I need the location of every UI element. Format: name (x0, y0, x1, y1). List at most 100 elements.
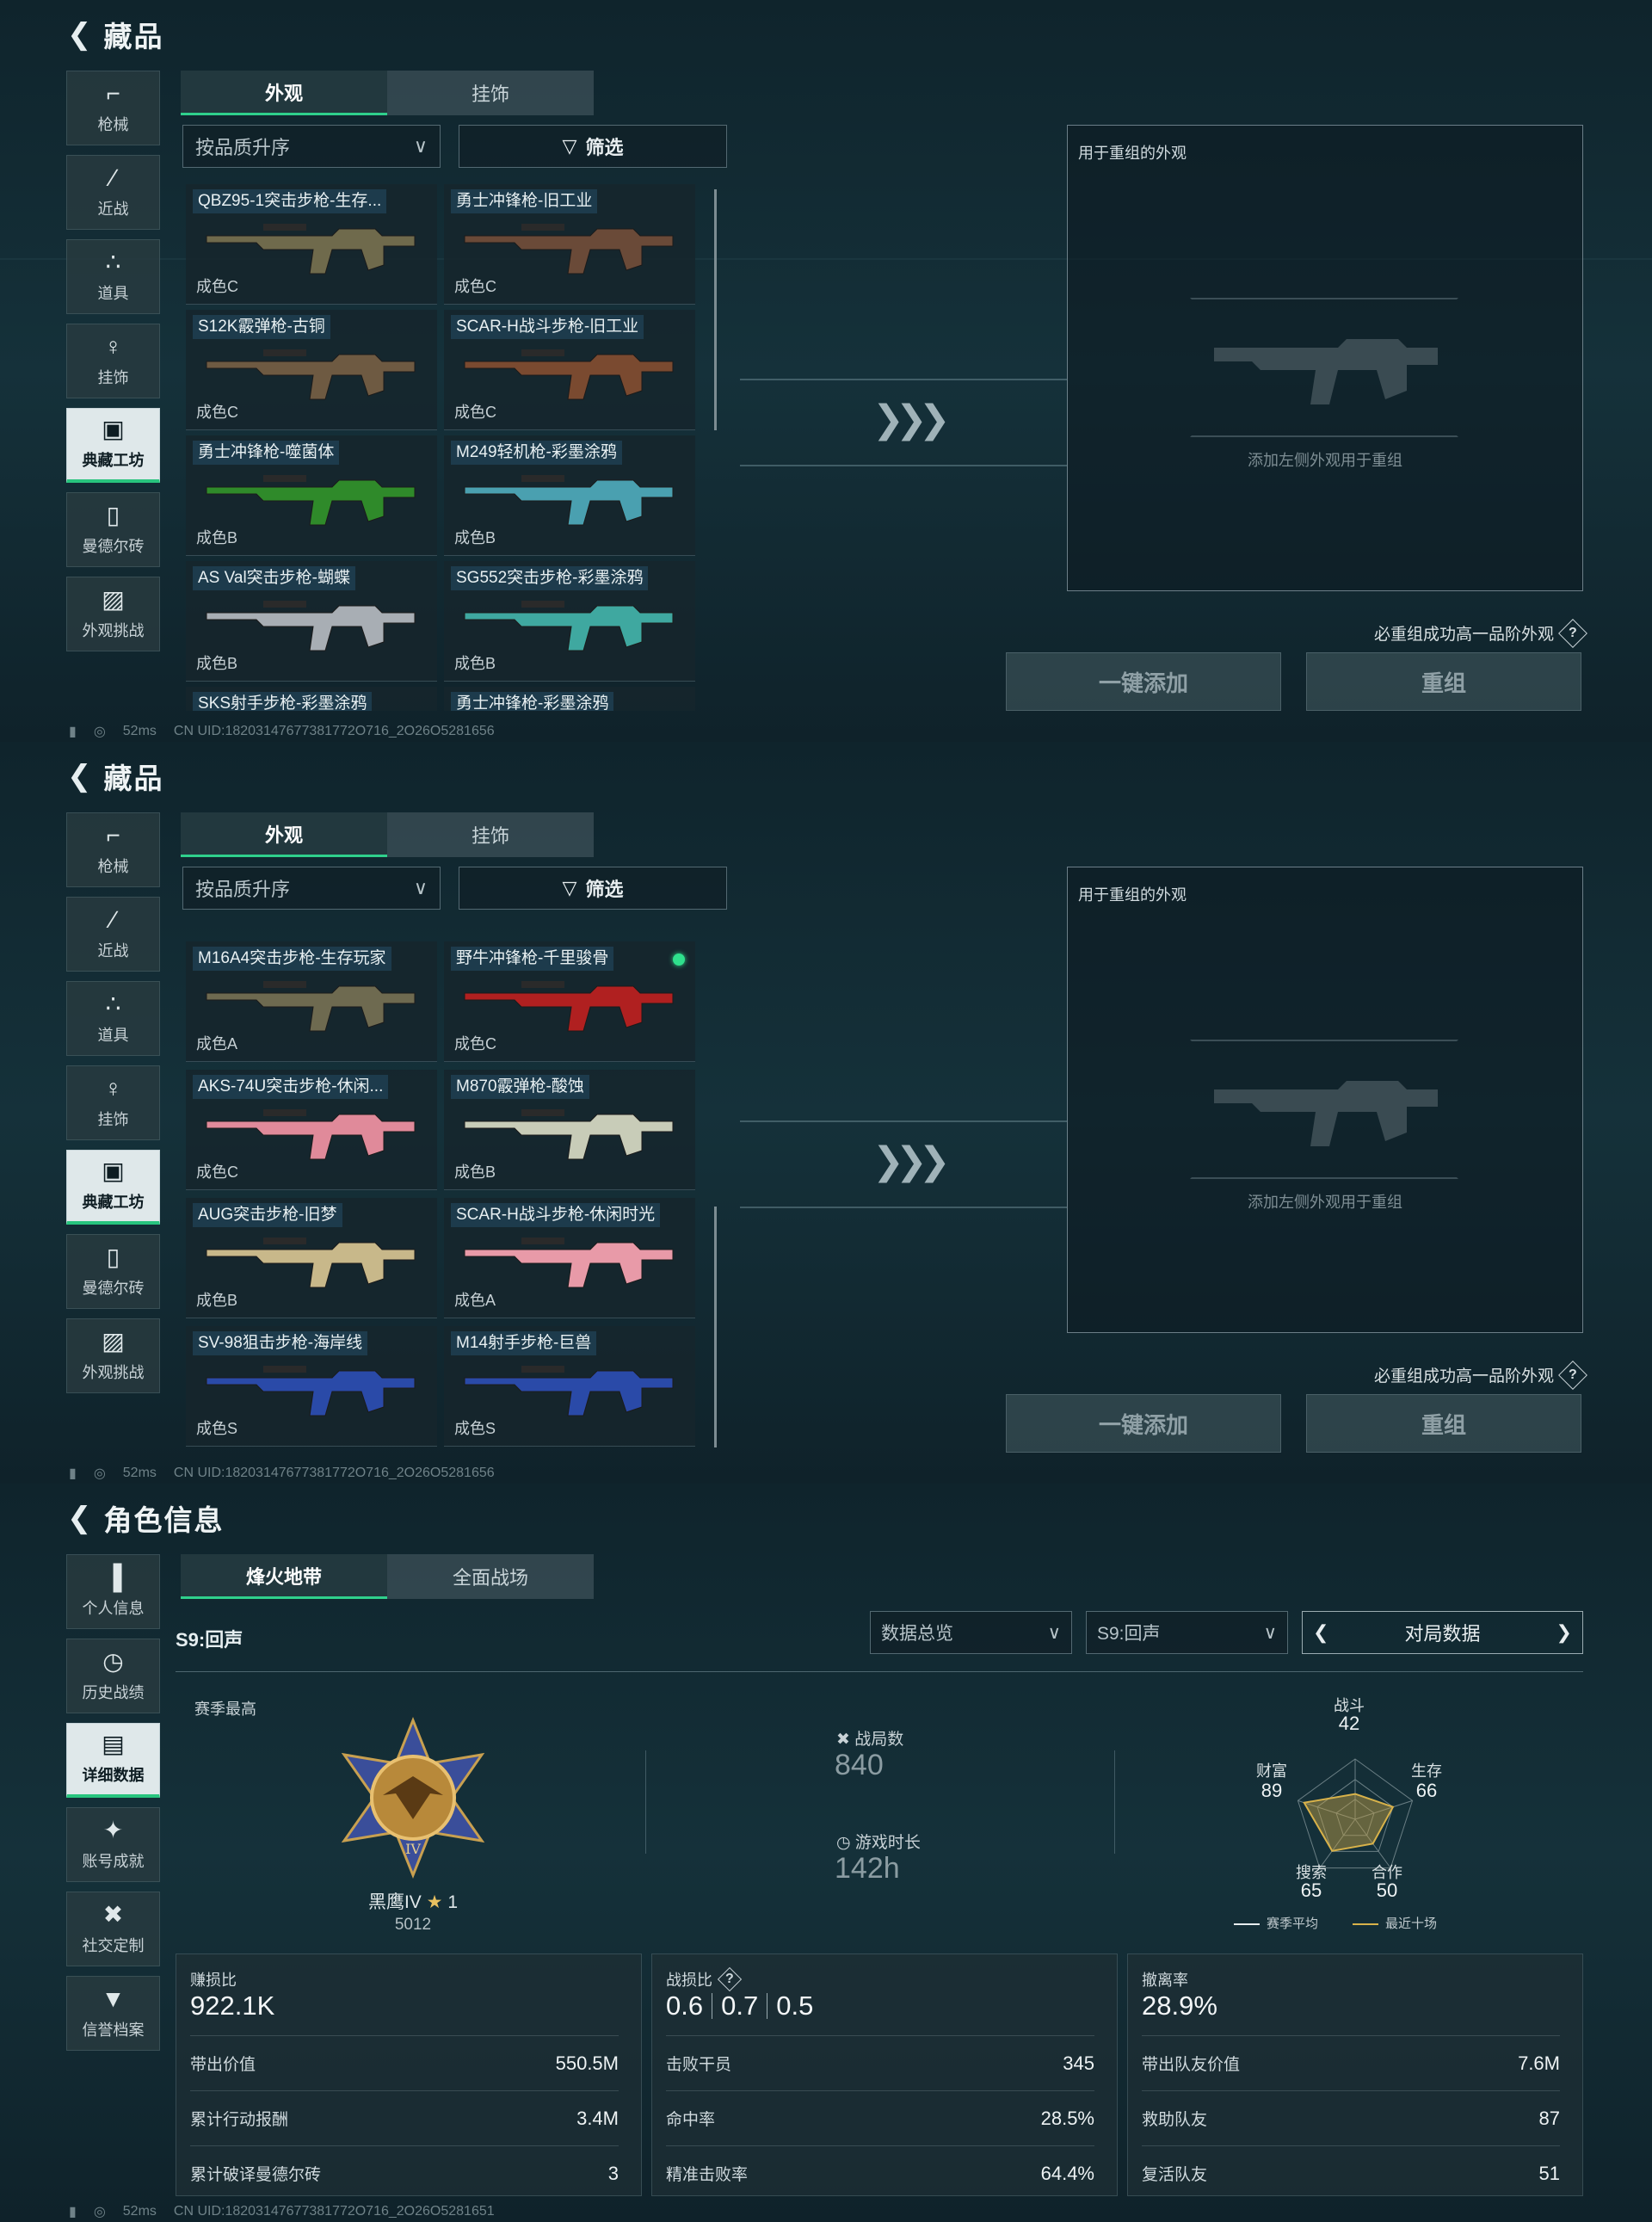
skin-name: 野牛冲锋枪-千里骏骨 (451, 947, 614, 971)
add-all-button[interactable]: 一键添加 (1006, 1394, 1281, 1453)
skin-card[interactable]: SG552突击步枪-彩墨涂鸦 成色B (444, 561, 695, 682)
tab-charms[interactable]: 挂饰 (387, 812, 594, 857)
rank-score: 5012 (394, 1916, 432, 1934)
back-icon[interactable]: ❮ (67, 1503, 92, 1533)
radar-label-wealth: 财富 (1256, 1762, 1287, 1780)
nav-item-workshop[interactable]: ▣ 典藏工坊 (66, 1150, 160, 1225)
nav-item-brick[interactable]: ▯ 曼德尔砖 (66, 492, 160, 567)
help-icon[interactable]: ? (1558, 618, 1587, 648)
skin-card[interactable]: SKS射手步枪-彩墨涂鸦 (186, 687, 437, 711)
weapon-skin-image (464, 475, 674, 526)
weapon-skin-image (464, 224, 674, 275)
skin-card[interactable]: S12K霰弹枪-古铜 成色C (186, 310, 437, 430)
tab-skins[interactable]: 外观 (181, 71, 387, 115)
skin-card[interactable]: SCAR-H战斗步枪-休闲时光 成色A (444, 1198, 695, 1318)
skin-card[interactable]: 勇士冲锋枪-彩墨涂鸦 (444, 687, 695, 711)
help-icon[interactable]: ? (1558, 1360, 1587, 1390)
filter-button[interactable]: ▽ 筛选 (459, 125, 727, 168)
sort-dropdown[interactable]: 按品质升序 ∨ (182, 867, 441, 910)
skin-card[interactable]: M16A4突击步枪-生存玩家 成色A (186, 941, 437, 1062)
nav-item-melee[interactable]: ∕ 近战 (66, 897, 160, 972)
skin-card[interactable]: AKS-74U突击步枪-休闲... 成色C (186, 1070, 437, 1190)
recombine-button[interactable]: 重组 (1306, 652, 1581, 711)
back-icon[interactable]: ❮ (67, 20, 92, 49)
stat-row: 复活队友 51 (1142, 2145, 1560, 2200)
nav-item-challenge[interactable]: ▨ 外观挑战 (66, 1318, 160, 1393)
chevron-left-icon[interactable]: ❮ (1313, 1621, 1328, 1644)
skin-card[interactable]: M870霰弹枪-酸蚀 成色B (444, 1070, 695, 1190)
skin-card[interactable]: 勇士冲锋枪-旧工业 成色C (444, 184, 695, 305)
matches-label-text: 战局数 (854, 1731, 904, 1749)
connector-line (740, 465, 1067, 466)
skin-card[interactable]: AUG突击步枪-旧梦 成色B (186, 1198, 437, 1318)
skin-card[interactable]: SV-98狙击步枪-海岸线 成色S (186, 1326, 437, 1447)
sort-dropdown[interactable]: 按品质升序 ∨ (182, 125, 441, 168)
tab-skins[interactable]: 外观 (181, 812, 387, 857)
dropdown-value: S9:回声 (1097, 1624, 1161, 1644)
scrollbar[interactable] (714, 1207, 717, 1447)
back-icon[interactable]: ❮ (67, 762, 92, 791)
pistol-icon: ⌐ (106, 79, 120, 107)
skin-name: M870霰弹枪-酸蚀 (451, 1075, 589, 1099)
nav-item-challenge[interactable]: ▨ 外观挑战 (66, 577, 160, 651)
nav-item-items[interactable]: ∴ 道具 (66, 981, 160, 1056)
nav-item-achievements[interactable]: ✦ 账号成就 (66, 1807, 160, 1882)
nav-item-workshop[interactable]: ▣ 典藏工坊 (66, 408, 160, 483)
nav-item-charms[interactable]: ♀ 挂饰 (66, 324, 160, 398)
skin-card[interactable]: QBZ95-1突击步枪-生存... 成色C (186, 184, 437, 305)
skin-card[interactable]: 勇士冲锋枪-噬菌体 成色B (186, 435, 437, 556)
matches-value: 840 (835, 1749, 884, 1781)
skin-card[interactable]: M249轻机枪-彩墨涂鸦 成色B (444, 435, 695, 556)
nav-item-brick[interactable]: ▯ 曼德尔砖 (66, 1234, 160, 1309)
nav-item-details[interactable]: ▤ 详细数据 (66, 1723, 160, 1798)
recombine-panel: 用于重组的外观 添加左侧外观用于重组 (1067, 125, 1583, 591)
season-dropdown[interactable]: S9:回声 ∨ (1086, 1611, 1288, 1654)
add-all-button[interactable]: 一键添加 (1006, 652, 1281, 711)
nav-item-melee[interactable]: ∕ 近战 (66, 155, 160, 230)
season-best-label: 赛季最高 (194, 1700, 256, 1718)
overview-dropdown[interactable]: 数据总览 ∨ (870, 1611, 1072, 1654)
nav-item-guns[interactable]: ⌐ 枪械 (66, 71, 160, 145)
connector-line (740, 379, 1067, 380)
nav-item-social[interactable]: ✖ 社交定制 (66, 1892, 160, 1966)
skin-name: AUG突击步枪-旧梦 (193, 1203, 342, 1227)
filter-label: 筛选 (585, 137, 624, 158)
weapon-skin-image (464, 981, 674, 1032)
skin-card[interactable]: AS Val突击步枪-蝴蝶 成色B (186, 561, 437, 682)
filter-button[interactable]: ▽ 筛选 (459, 867, 727, 910)
scrollbar[interactable] (714, 189, 717, 430)
recombine-title: 用于重组的外观 (1078, 886, 1187, 904)
skin-name: 勇士冲锋枪-彩墨涂鸦 (451, 692, 614, 711)
nav-item-personal[interactable]: ▐ 个人信息 (66, 1554, 160, 1629)
filter-icon: ▽ (562, 877, 577, 898)
skin-name: SCAR-H战斗步枪-旧工业 (451, 315, 644, 339)
skin-card[interactable]: M14射手步枪-巨兽 成色S (444, 1326, 695, 1447)
skin-card[interactable]: 野牛冲锋枪-千里骏骨 成色C (444, 941, 695, 1062)
chevron-right-icon[interactable]: ❯ (1556, 1621, 1572, 1644)
skin-name: AKS-74U突击步枪-休闲... (193, 1075, 389, 1099)
skin-name: M249轻机枪-彩墨涂鸦 (451, 441, 622, 465)
nav-item-charms[interactable]: ♀ 挂饰 (66, 1065, 160, 1140)
skin-card[interactable]: SCAR-H战斗步枪-旧工业 成色C (444, 310, 695, 430)
nav-label: 详细数据 (82, 1767, 145, 1784)
status-bar: ▮ ◎ 52ms CN UID:18203147677381772O716_2O26O… (69, 723, 495, 740)
page-title: 藏品 (103, 762, 164, 794)
nav-item-guns[interactable]: ⌐ 枪械 (66, 812, 160, 887)
nav-label: 挂饰 (97, 1110, 129, 1128)
stat-row: 精准击败率 64.4% (666, 2145, 1094, 2200)
skin-grade: 成色A (196, 1035, 238, 1052)
recombine-button[interactable]: 重组 (1306, 1394, 1581, 1453)
tab-charms[interactable]: 挂饰 (387, 71, 594, 115)
stat-row: 带出价值 550.5M (190, 2035, 619, 2090)
weapon-skin-image (464, 1366, 674, 1417)
nav-item-reputation[interactable]: ▼ 信誉档案 (66, 1976, 160, 2051)
help-icon[interactable]: ? (717, 1966, 743, 1992)
tab-extraction[interactable]: 烽火地带 (181, 1554, 387, 1599)
nav-item-history[interactable]: ◷ 历史战绩 (66, 1639, 160, 1713)
weapon-skin-image (206, 1109, 416, 1160)
nav-label: 曼德尔砖 (82, 1279, 145, 1297)
nav-label: 账号成就 (82, 1852, 145, 1870)
tab-warfare[interactable]: 全面战场 (387, 1554, 594, 1599)
challenge-icon: ▨ (102, 1327, 125, 1355)
nav-item-items[interactable]: ∴ 道具 (66, 239, 160, 314)
